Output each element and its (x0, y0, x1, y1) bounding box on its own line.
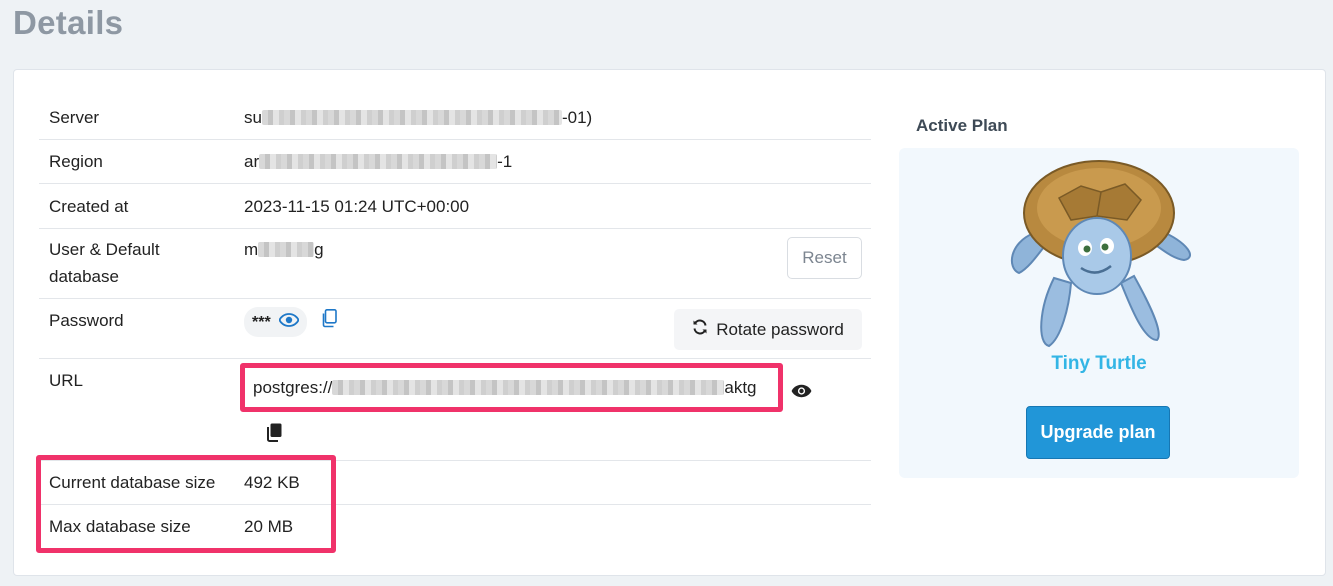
turtle-mascot (1011, 160, 1191, 348)
size-highlight (36, 455, 336, 553)
redacted-text (332, 379, 725, 395)
current-size-value: 492 KB (244, 473, 300, 492)
active-plan-title: Active Plan (916, 116, 1008, 135)
password-label: Password (49, 311, 124, 330)
page-title: Details (13, 4, 124, 41)
user-row: User & Default database mg Reset (39, 229, 871, 299)
url-label: URL (49, 371, 84, 390)
created-label: Created at (49, 197, 129, 216)
user-value: mg (244, 236, 871, 298)
url-suffix: aktg (724, 378, 757, 397)
password-row: Password *** Rotate password (39, 299, 871, 359)
copy-icon[interactable] (266, 423, 282, 450)
user-suffix: g (314, 240, 324, 259)
rotate-password-button[interactable]: Rotate password (674, 309, 862, 350)
url-row: URL postgres:// aktg (39, 359, 871, 461)
password-field: *** (244, 307, 307, 337)
eye-icon[interactable] (791, 379, 812, 406)
rotate-password-label: Rotate password (716, 319, 844, 339)
upgrade-plan-button[interactable]: Upgrade plan (1026, 406, 1170, 459)
server-suffix: -01) (561, 108, 593, 127)
region-label: Region (49, 152, 103, 171)
max-size-value: 20 MB (244, 517, 294, 536)
server-value: su -01) (244, 104, 871, 139)
rotate-icon (692, 319, 708, 340)
region-row: Region ar -1 (39, 140, 871, 184)
server-prefix: su (244, 108, 262, 127)
copy-icon[interactable] (321, 308, 338, 336)
server-label: Server (49, 108, 100, 127)
active-plan-panel: Active Plan Tiny Turtle Upgrade plan (899, 96, 1299, 478)
redacted-text (258, 241, 315, 257)
password-masked: *** (252, 313, 271, 331)
redacted-text (261, 109, 562, 125)
eye-icon[interactable] (278, 309, 300, 336)
region-suffix: -1 (497, 152, 513, 171)
created-value: 2023-11-15 01:24 UTC+00:00 (244, 197, 470, 216)
user-label: User & Default database (49, 240, 160, 286)
plan-card: Tiny Turtle Upgrade plan (899, 148, 1299, 478)
region-prefix: ar (244, 152, 260, 171)
created-row: Created at 2023-11-15 01:24 UTC+00:00 (39, 184, 871, 229)
server-row: Server su -01) (39, 96, 871, 140)
plan-name: Tiny Turtle (1051, 353, 1147, 374)
region-value: ar -1 (244, 148, 871, 183)
url-prefix: postgres:// (253, 378, 333, 397)
url-value: postgres:// aktg (240, 363, 783, 412)
redacted-text (259, 153, 498, 169)
user-prefix: m (244, 240, 259, 259)
reset-button[interactable]: Reset (787, 237, 862, 279)
